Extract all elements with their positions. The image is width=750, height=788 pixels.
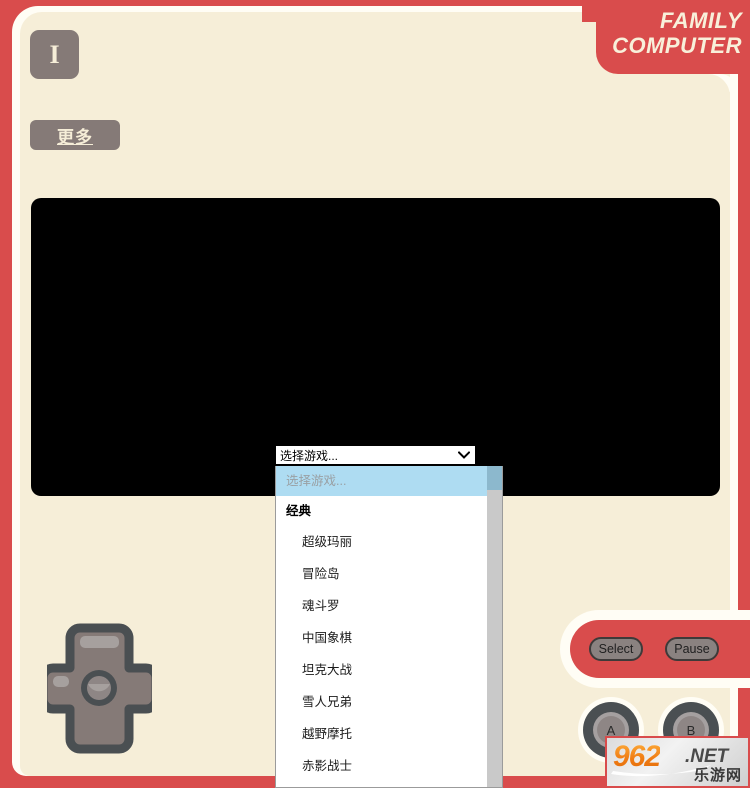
a-button-label: A [606,722,616,738]
dropdown-option-3[interactable]: 中国象棋 [276,622,488,654]
dpad-icon [38,623,161,754]
game-select-box[interactable]: 选择游戏... [275,445,476,465]
dpad-control[interactable] [38,622,161,755]
more-button[interactable]: 更多 [30,120,120,150]
dropdown-scrollbar-thumb[interactable] [487,466,502,490]
watermark-chinese: 乐游网 [693,767,742,784]
brand-line-1: FAMILY [659,8,742,33]
console-frame: FAMILY COMPUTER I 更多 Select Pause A B 选择… [0,0,750,788]
game-select[interactable]: 选择游戏... 选择游戏... 经典 超级玛丽 冒险岛 魂斗罗 中国象棋 坦克大… [275,445,503,788]
b-button-label: B [686,722,696,738]
dropdown-option-placeholder[interactable]: 选择游戏... [276,466,488,496]
brand-body-curve [596,74,730,100]
dropdown-scrollbar[interactable] [487,466,502,787]
dropdown-option-6[interactable]: 越野摩托 [276,718,488,750]
power-button[interactable]: I [30,30,79,79]
brand-logo: FAMILY COMPUTER [612,8,742,58]
chevron-down-icon [458,451,470,459]
brand-line-2: COMPUTER [612,33,742,58]
dropdown-option-0[interactable]: 超级玛丽 [276,526,488,558]
dropdown-option-1[interactable]: 冒险岛 [276,558,488,590]
select-button[interactable]: Select [589,637,643,661]
power-button-label: I [49,39,60,69]
dropdown-group-label: 经典 [286,504,312,518]
pause-button[interactable]: Pause [665,637,719,661]
pause-button-label: Pause [674,641,710,656]
watermark-number: 962 [613,740,661,773]
dropdown-option-4[interactable]: 坦克大战 [276,654,488,686]
site-watermark: 962 .NET 乐游网 [605,736,750,788]
game-select-value: 选择游戏... [280,448,339,463]
select-button-label: Select [598,641,634,656]
dropdown-option-7[interactable]: 赤影战士 [276,750,488,782]
watermark-tld: .NET [685,746,729,767]
game-dropdown-options: 选择游戏... 经典 超级玛丽 冒险岛 魂斗罗 中国象棋 坦克大战 雪人兄弟 越… [276,466,488,782]
game-dropdown-list[interactable]: 选择游戏... 经典 超级玛丽 冒险岛 魂斗罗 中国象棋 坦克大战 雪人兄弟 越… [275,466,503,788]
more-button-label: 更多 [57,127,93,147]
dropdown-option-5[interactable]: 雪人兄弟 [276,686,488,718]
dropdown-option-2[interactable]: 魂斗罗 [276,590,488,622]
